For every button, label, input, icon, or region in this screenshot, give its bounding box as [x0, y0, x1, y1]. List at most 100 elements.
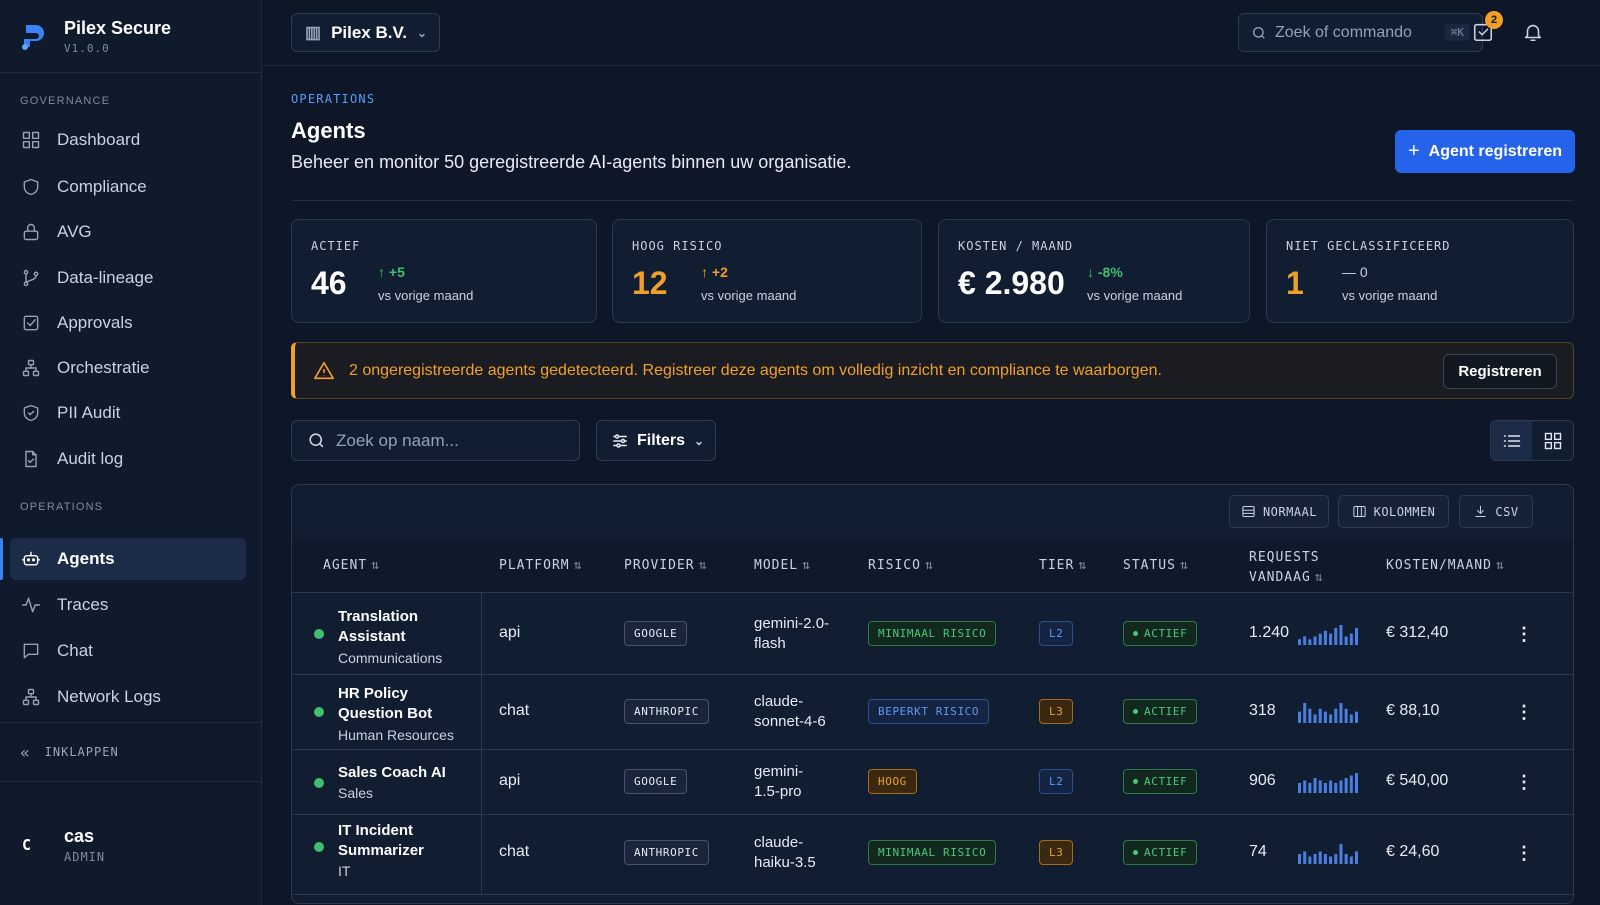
export-csv-button[interactable]: CSV — [1459, 495, 1533, 528]
platform-cell: api — [499, 772, 521, 789]
sidebar-item-network-logs[interactable]: Network Logs — [10, 676, 246, 718]
row-menu-icon[interactable]: ⋮ — [1514, 624, 1534, 644]
table-row[interactable]: IT Incident Summarizer IT chat ANTHROPIC… — [292, 815, 1573, 895]
sparkline-bar — [1339, 780, 1343, 793]
alert-register-button[interactable]: Registreren — [1443, 354, 1557, 389]
tasks-badge: 2 — [1485, 11, 1503, 29]
table-toolbar: NORMAAL KOLOMMEN CSV — [292, 485, 1573, 543]
sidebar-item-label: Network Logs — [57, 687, 161, 706]
command-search[interactable]: Zoek of commando ⌘K — [1238, 13, 1483, 52]
stat-label: KOSTEN / MAAND — [958, 239, 1074, 253]
register-agent-button[interactable]: + Agent registreren — [1395, 130, 1575, 173]
stat-comparison: vs vorige maand — [1342, 288, 1438, 303]
grid-view-button[interactable] — [1532, 421, 1573, 460]
table-row[interactable]: HR Policy Question Bot Human Resources c… — [292, 675, 1573, 750]
nav-section-governance: GOVERNANCE — [20, 95, 111, 107]
column-header-risico[interactable]: RISICO ⇅ — [868, 558, 934, 573]
status-badge: ACTIEF — [1123, 769, 1198, 794]
chevron-down-icon: ⌄ — [416, 25, 428, 40]
sparkline-bar — [1308, 708, 1312, 723]
name-search-placeholder: Zoek op naam... — [336, 430, 459, 450]
sidebar-item-avg[interactable]: AVG — [10, 211, 246, 253]
sidebar-item-dashboard[interactable]: Dashboard — [10, 119, 246, 161]
sidebar-item-agents[interactable]: Agents — [10, 538, 246, 580]
density-button[interactable]: NORMAAL — [1229, 495, 1329, 528]
stat-card-actief: ACTIEF 46 ↑ +5 vs vorige maand — [291, 219, 597, 323]
status-dot — [314, 629, 324, 639]
checkbox-icon — [23, 315, 39, 331]
column-header-status[interactable]: STATUS ⇅ — [1123, 558, 1189, 573]
columns-label: KOLOMMEN — [1373, 504, 1436, 519]
stat-label: ACTIEF — [311, 239, 361, 253]
sparkline-bar — [1298, 783, 1301, 793]
sparkline-bar — [1323, 783, 1327, 793]
sparkline-bar — [1313, 778, 1317, 793]
sort-icon: ⇅ — [1078, 558, 1088, 573]
network-icon — [22, 688, 40, 706]
sparkline-bar — [1313, 854, 1317, 864]
status-dot — [1133, 631, 1138, 636]
stat-comparison: vs vorige maand — [378, 288, 474, 303]
stat-label: HOOG RISICO — [632, 239, 723, 253]
row-menu-icon[interactable]: ⋮ — [1514, 843, 1534, 863]
column-header-platform[interactable]: PLATFORM ⇅ — [499, 558, 582, 573]
column-header-kosten[interactable]: KOSTEN/MAAND ⇅ — [1386, 558, 1505, 573]
sparkline-bar — [1298, 711, 1301, 723]
list-view-button[interactable] — [1491, 421, 1532, 460]
register-agent-label: Agent registreren — [1428, 142, 1563, 160]
tasks-button[interactable]: 2 — [1468, 11, 1503, 47]
row-menu-icon[interactable]: ⋮ — [1514, 772, 1534, 792]
sidebar-item-label: AVG — [57, 222, 92, 241]
avatar: C — [22, 836, 32, 854]
sidebar-item-label: Compliance — [57, 177, 147, 196]
column-header-tier[interactable]: TIER ⇅ — [1039, 558, 1087, 573]
lock-icon — [23, 223, 39, 241]
notifications-button[interactable] — [1518, 17, 1548, 47]
stat-card-niet-geclassificeerd: NIET GECLASSIFICEERD 1 — 0 vs vorige maa… — [1266, 219, 1574, 323]
rows-icon — [1242, 506, 1255, 517]
sparkline-bar — [1344, 636, 1348, 645]
stat-value: 12 — [632, 265, 668, 301]
chevrons-left-icon: « — [20, 742, 31, 762]
user-profile[interactable]: C cas ADMIN — [0, 800, 261, 890]
density-label: NORMAAL — [1262, 504, 1318, 519]
sidebar-item-pii-audit[interactable]: PII Audit — [10, 392, 246, 434]
sidebar-item-orchestratie[interactable]: Orchestratie — [10, 347, 246, 389]
sidebar-item-compliance[interactable]: Compliance — [10, 166, 246, 208]
collapse-button[interactable]: « INKLAPPEN — [0, 722, 261, 782]
stat-delta: ↓ -8% — [1087, 264, 1123, 280]
sparkline-bar — [1344, 708, 1348, 723]
sidebar: Pilex Secure V1.0.0 GOVERNANCE Dashboard… — [0, 0, 262, 905]
sparkline-bar — [1334, 854, 1338, 864]
sidebar-item-approvals[interactable]: Approvals — [10, 302, 246, 344]
file-icon — [25, 450, 37, 468]
table-row[interactable]: Translation Assistant Communications api… — [292, 593, 1573, 675]
columns-button[interactable]: KOLOMMEN — [1338, 495, 1449, 528]
risk-badge: BEPERKT RISICO — [868, 699, 990, 724]
sidebar-item-label: Approvals — [57, 313, 133, 332]
table-row[interactable]: Sales Coach AI Sales api GOOGLE gemini-1… — [292, 750, 1573, 815]
org-selector[interactable]: ▥ Pilex B.V. ⌄ — [291, 13, 440, 52]
cost-cell: € 88,10 — [1386, 702, 1440, 719]
column-header-agent[interactable]: AGENT ⇅ — [323, 558, 380, 573]
brand: Pilex Secure V1.0.0 — [0, 0, 261, 73]
filters-button[interactable]: Filters ⌄ — [596, 420, 716, 461]
column-header-model[interactable]: MODEL ⇅ — [754, 558, 811, 573]
building-icon: ▥ — [305, 22, 322, 42]
sort-icon: ⇅ — [802, 558, 811, 573]
sidebar-item-chat[interactable]: Chat — [10, 630, 246, 672]
activity-icon — [21, 597, 41, 613]
column-header-requests[interactable]: REQUESTS VANDAAG ⇅ — [1249, 548, 1324, 588]
column-header-provider[interactable]: PROVIDER ⇅ — [624, 558, 707, 573]
name-search-input[interactable]: Zoek op naam... — [291, 420, 580, 461]
columns-icon — [1352, 506, 1366, 517]
sidebar-item-audit-log[interactable]: Audit log — [10, 438, 246, 480]
collapse-label: INKLAPPEN — [44, 745, 119, 759]
status-badge: ACTIEF — [1123, 621, 1198, 646]
status-dot — [1133, 850, 1138, 855]
sidebar-item-traces[interactable]: Traces — [10, 584, 246, 626]
sidebar-item-data-lineage[interactable]: Data-lineage — [10, 257, 246, 299]
row-menu-icon[interactable]: ⋮ — [1514, 702, 1534, 722]
column-header-label: TIER — [1039, 558, 1075, 573]
sidebar-item-label: Data-lineage — [57, 268, 154, 287]
